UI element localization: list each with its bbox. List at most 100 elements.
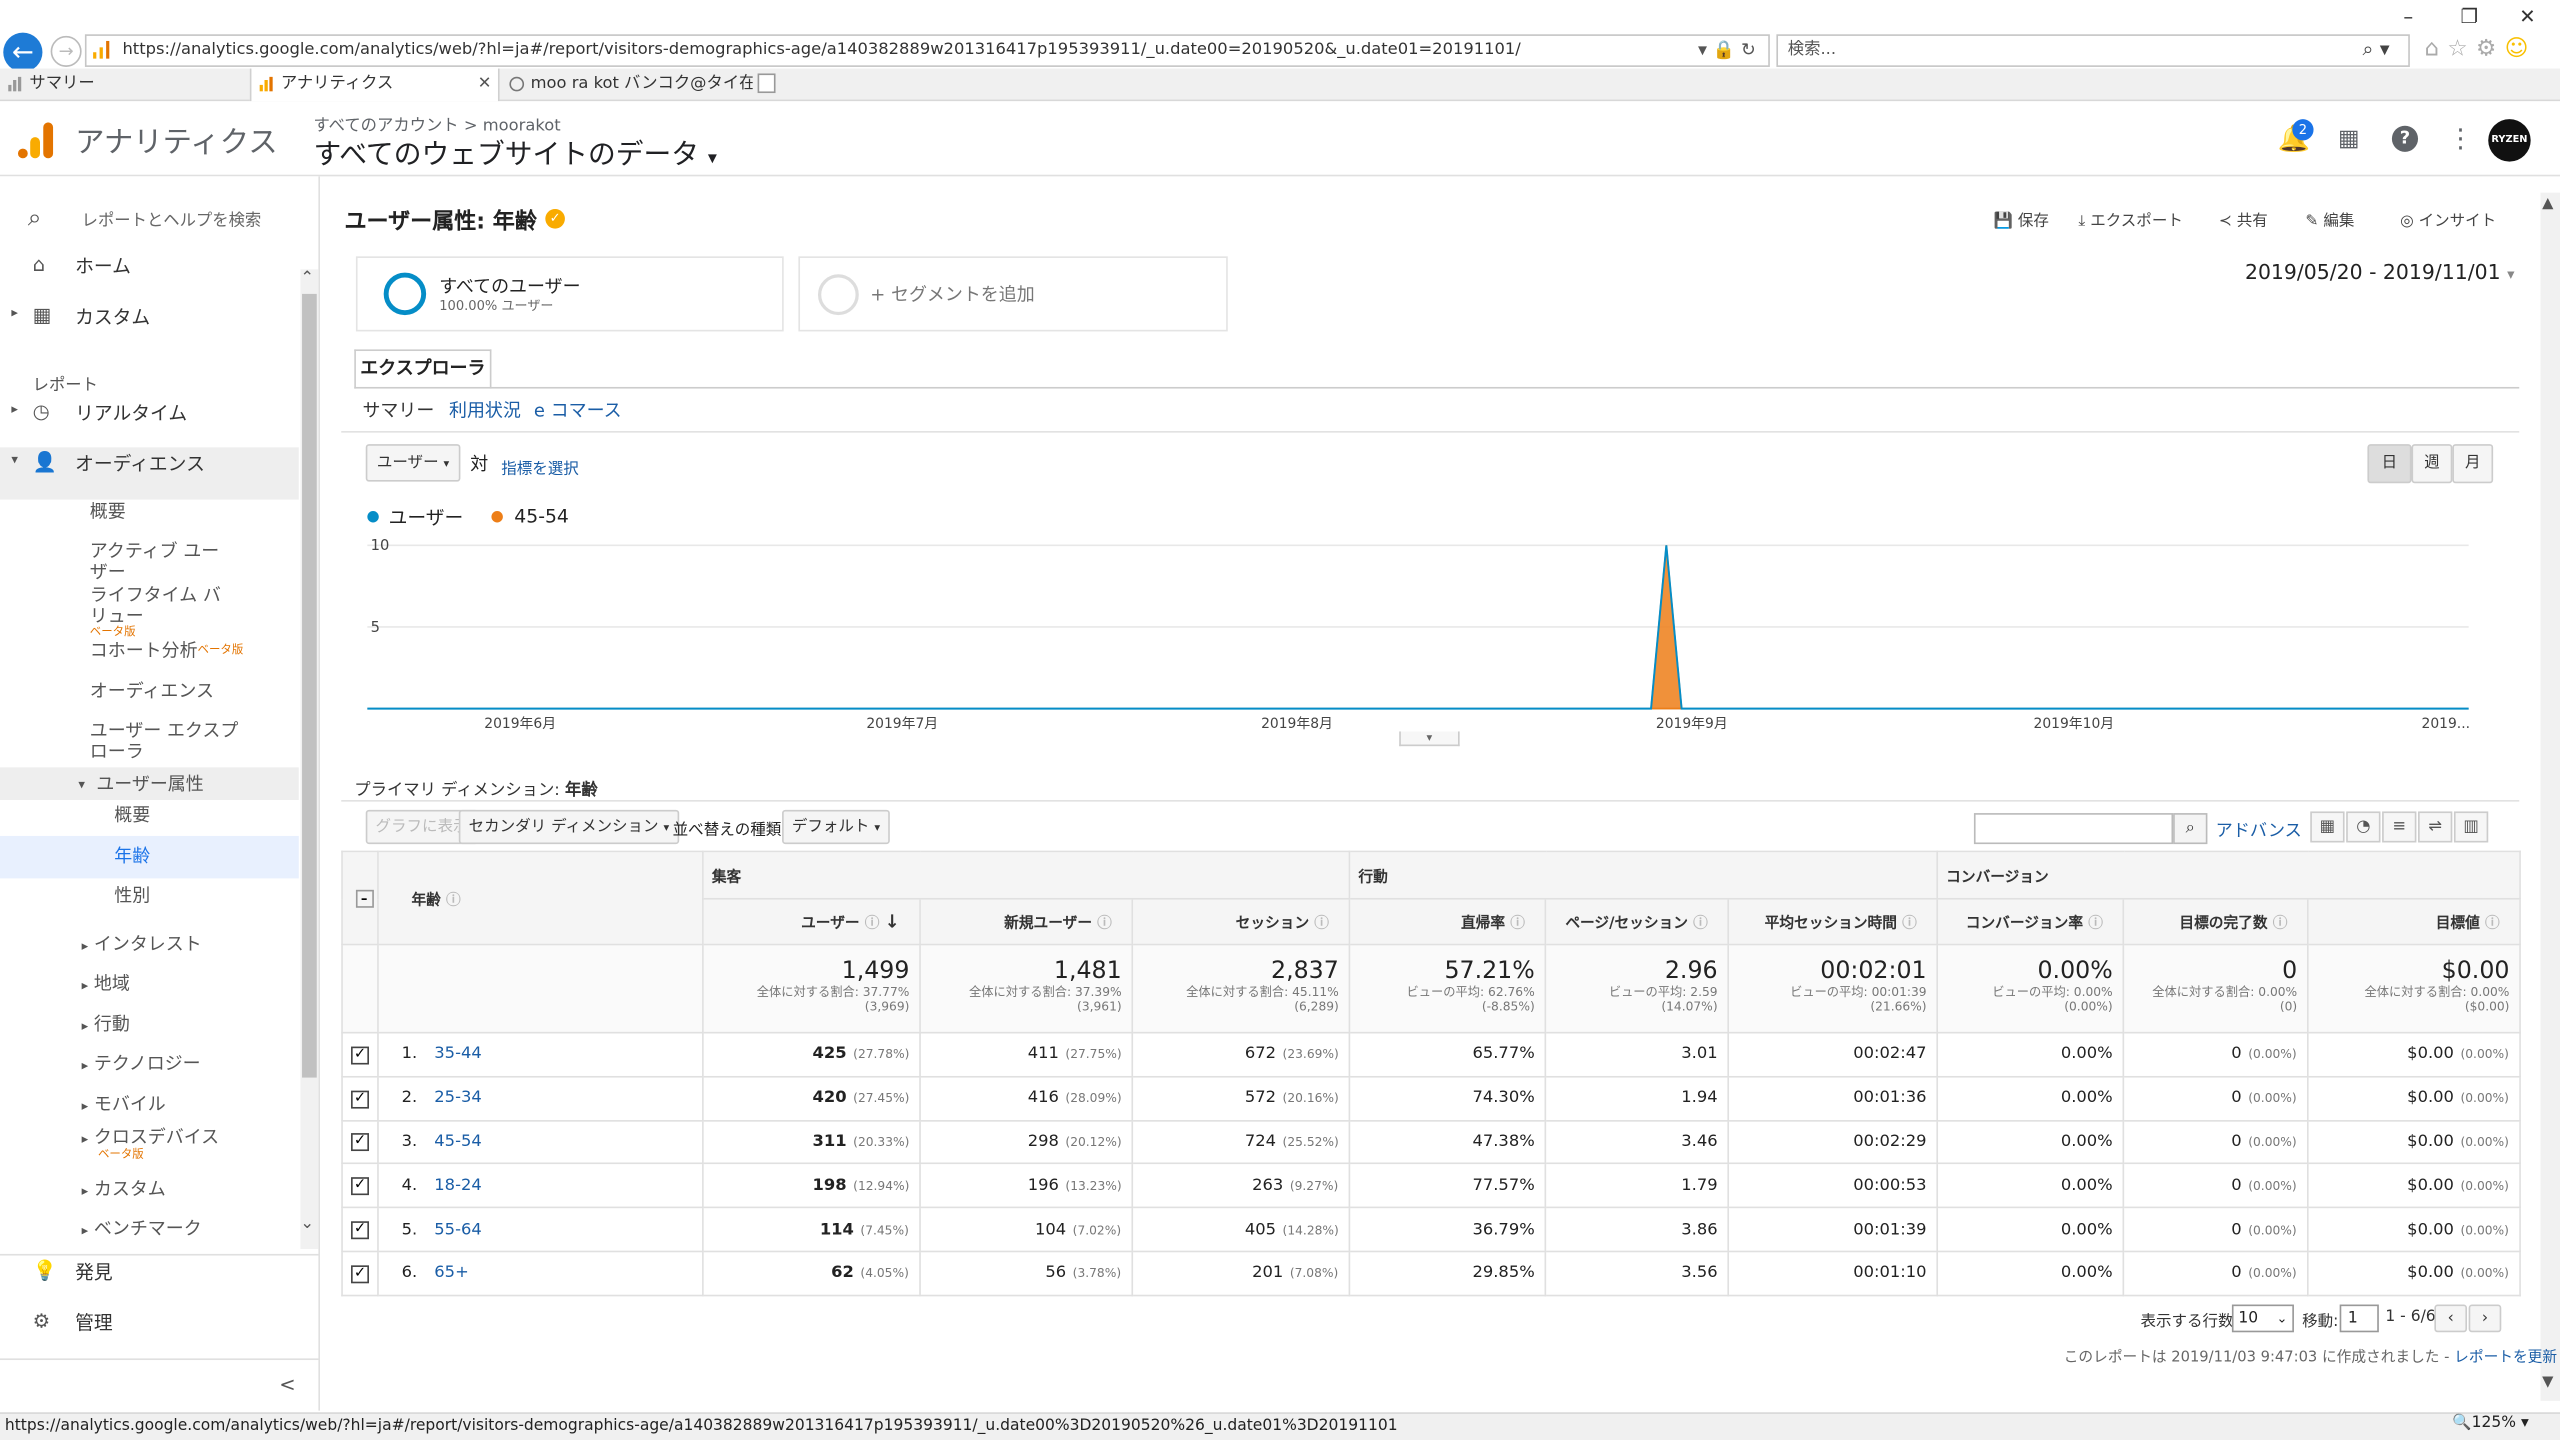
checkbox-cell[interactable]: ✓ <box>341 1163 379 1209</box>
row-checkbox[interactable]: ✓ <box>351 1090 369 1109</box>
add-segment-button[interactable]: + セグメントを追加 <box>798 256 1228 332</box>
sort-desc-icon[interactable]: ↓ <box>885 911 900 932</box>
granularity-month-button[interactable]: 月 <box>2452 444 2494 484</box>
row-checkbox[interactable]: ✓ <box>351 1133 369 1152</box>
age-link[interactable]: 65+ <box>434 1264 468 1282</box>
sidebar-item-demographics[interactable]: ユーザー属性 <box>96 774 203 795</box>
tab-summary[interactable]: サマリー <box>0 69 248 102</box>
search-icon[interactable]: ⌕ <box>2173 813 2208 845</box>
segment-all-users[interactable]: すべてのユーザー 100.00% ユーザー <box>355 256 784 332</box>
property-selector[interactable]: すべてのウェブサイトのデータ ▾ <box>313 131 716 172</box>
address-bar[interactable]: https://analytics.google.com/analytics/w… <box>84 34 1770 67</box>
checkbox-cell[interactable]: ✓ <box>341 1119 379 1165</box>
table-view-icon[interactable]: ▦ <box>2310 811 2345 843</box>
sidebar-item-admin[interactable]: 管理 <box>75 1309 113 1335</box>
zoom-level[interactable]: 🔍125% ▾ <box>2452 1414 2528 1432</box>
column-header-6[interactable]: コンバージョン率 ⓘ <box>1936 897 2125 946</box>
tab-blog[interactable]: moo ra kot バンコク@タイ在住／... <box>501 69 753 102</box>
help-icon[interactable]: ⓘ <box>1510 916 1525 932</box>
share-button[interactable]: ≺ 共有 <box>2219 207 2268 230</box>
secondary-dimension-select[interactable]: セカンダリ ディメンション ▾ <box>458 809 680 845</box>
sidebar-search[interactable]: レポートとヘルプを検索 <box>82 206 262 230</box>
scroll-up-icon[interactable]: ⌃ <box>300 269 314 287</box>
scroll-up-icon[interactable]: ▲ <box>2542 196 2553 212</box>
row-checkbox[interactable]: ✓ <box>351 1265 369 1284</box>
avatar[interactable]: RYZEN <box>2488 119 2531 162</box>
granularity-week-button[interactable]: 週 <box>2411 444 2453 484</box>
sidebar-item-custom[interactable]: カスタム <box>75 304 150 330</box>
sidebar-item-age[interactable]: 年齢 <box>114 846 150 867</box>
lock-icon[interactable]: 🔒 <box>1713 39 1735 60</box>
column-header-5[interactable]: 平均セッション時間 ⓘ <box>1727 897 1939 946</box>
sidebar-item-benchmark[interactable]: ▸ ベンチマーク <box>82 1218 202 1241</box>
checkbox-cell[interactable]: ✓ <box>341 1031 379 1078</box>
sidebar-item-overview[interactable]: 概要 <box>90 501 126 522</box>
star-icon[interactable]: ☆ <box>2447 36 2476 62</box>
sidebar-scroll-thumb[interactable] <box>302 293 317 1078</box>
granularity-day-button[interactable]: 日 <box>2367 444 2412 484</box>
prev-page-button[interactable]: ‹ <box>2434 1304 2468 1333</box>
edit-button[interactable]: ✎ 編集 <box>2305 207 2354 230</box>
tab-analytics[interactable]: アナリティクス ✕ <box>249 68 500 102</box>
table-search-input[interactable] <box>1973 813 2174 845</box>
close-window-icon[interactable]: ✕ <box>2519 5 2535 28</box>
insight-button[interactable]: ◎ インサイト <box>2400 207 2496 230</box>
pie-view-icon[interactable]: ◔ <box>2346 811 2381 843</box>
column-header-3[interactable]: 直帰率 ⓘ <box>1348 897 1547 946</box>
age-link[interactable]: 45-54 <box>434 1133 481 1151</box>
scroll-down-icon[interactable]: ⌄ <box>300 1215 314 1233</box>
sidebar-item-active-users[interactable]: アクティブ ユー ザー <box>90 540 219 582</box>
age-link[interactable]: 25-34 <box>434 1089 481 1107</box>
column-header-8[interactable]: 目標値 ⓘ <box>2307 897 2521 946</box>
subtab-summary[interactable]: サマリー <box>362 397 434 423</box>
row-checkbox[interactable]: ✓ <box>351 1046 369 1065</box>
sidebar-item-geo[interactable]: ▸ 地域 <box>82 973 130 996</box>
tab-explorer[interactable]: エクスプローラ <box>354 349 492 389</box>
help-icon[interactable]: ? <box>2391 125 2419 152</box>
minimize-icon[interactable]: – <box>2403 5 2413 28</box>
home-icon[interactable]: ⌂ <box>2425 36 2448 62</box>
goto-input[interactable]: 1 <box>2339 1304 2379 1333</box>
more-vert-icon[interactable]: ⋮ <box>2447 122 2473 153</box>
checkbox-cell[interactable]: ✓ <box>341 1075 379 1121</box>
maximize-icon[interactable]: ❐ <box>2460 5 2478 28</box>
scroll-down-icon[interactable]: ▼ <box>2542 1375 2553 1391</box>
collapse-arrow-icon[interactable]: ▾ <box>78 774 85 795</box>
select-all-cell[interactable]: – <box>341 850 379 946</box>
age-link[interactable]: 55-64 <box>434 1221 481 1239</box>
export-button[interactable]: ⤓ エクスポート <box>2078 207 2182 230</box>
advanced-filter-link[interactable]: アドバンス <box>2216 818 2302 842</box>
help-icon[interactable]: ⓘ <box>1902 916 1917 932</box>
smiley-icon[interactable]: ☺ <box>2505 36 2537 62</box>
row-checkbox[interactable]: ✓ <box>351 1221 369 1240</box>
search-icon[interactable]: ⌕ ▾ <box>2363 38 2390 62</box>
checkbox-cell[interactable]: ✓ <box>341 1206 379 1253</box>
column-header-7[interactable]: 目標の完了数 ⓘ <box>2122 897 2309 946</box>
sidebar-item-gender[interactable]: 性別 <box>114 885 150 906</box>
browser-search-input[interactable]: 検索... <box>1776 34 2410 67</box>
row-checkbox[interactable]: ✓ <box>351 1177 369 1196</box>
sidebar-item-behavior[interactable]: ▸ 行動 <box>82 1014 130 1037</box>
sidebar-item-audience[interactable]: オーディエンス <box>75 451 205 477</box>
sidebar-item-lifetime[interactable]: ライフタイム バリュー <box>90 585 221 627</box>
sidebar-item-realtime[interactable]: リアルタイム <box>75 400 187 426</box>
sidebar-item-technology[interactable]: ▸ テクノロジー <box>82 1053 201 1076</box>
apps-grid-icon[interactable]: ▦ <box>2338 126 2360 152</box>
subtab-usage[interactable]: 利用状況 <box>449 397 521 423</box>
refresh-report-link[interactable]: レポートを更新 <box>2454 1350 2557 1366</box>
date-range-picker[interactable]: 2019/05/20 - 2019/11/01 ▾ <box>2245 260 2515 284</box>
pivot-view-icon[interactable]: ▥ <box>2453 811 2489 843</box>
help-icon[interactable]: ⓘ <box>2485 916 2500 932</box>
dropdown-icon[interactable]: ▾ <box>1698 39 1707 60</box>
rows-per-page-select[interactable]: 10 ⌄ <box>2231 1304 2294 1333</box>
column-header-2[interactable]: セッション ⓘ <box>1131 897 1351 946</box>
help-icon[interactable]: ⓘ <box>2088 916 2103 932</box>
checkbox-cell[interactable]: ✓ <box>341 1250 379 1297</box>
back-button[interactable]: ← <box>3 32 43 72</box>
sidebar-item-user-explorer[interactable]: ユーザー エクスプ ローラ <box>90 720 238 762</box>
column-header-4[interactable]: ページ/セッション ⓘ <box>1544 897 1730 946</box>
close-tab-icon[interactable]: ✕ <box>478 69 492 100</box>
help-icon[interactable]: ⓘ <box>1097 916 1112 932</box>
choose-metric-link[interactable]: 指標を選択 <box>501 456 579 478</box>
column-header-1[interactable]: 新規ユーザー ⓘ <box>919 897 1134 946</box>
